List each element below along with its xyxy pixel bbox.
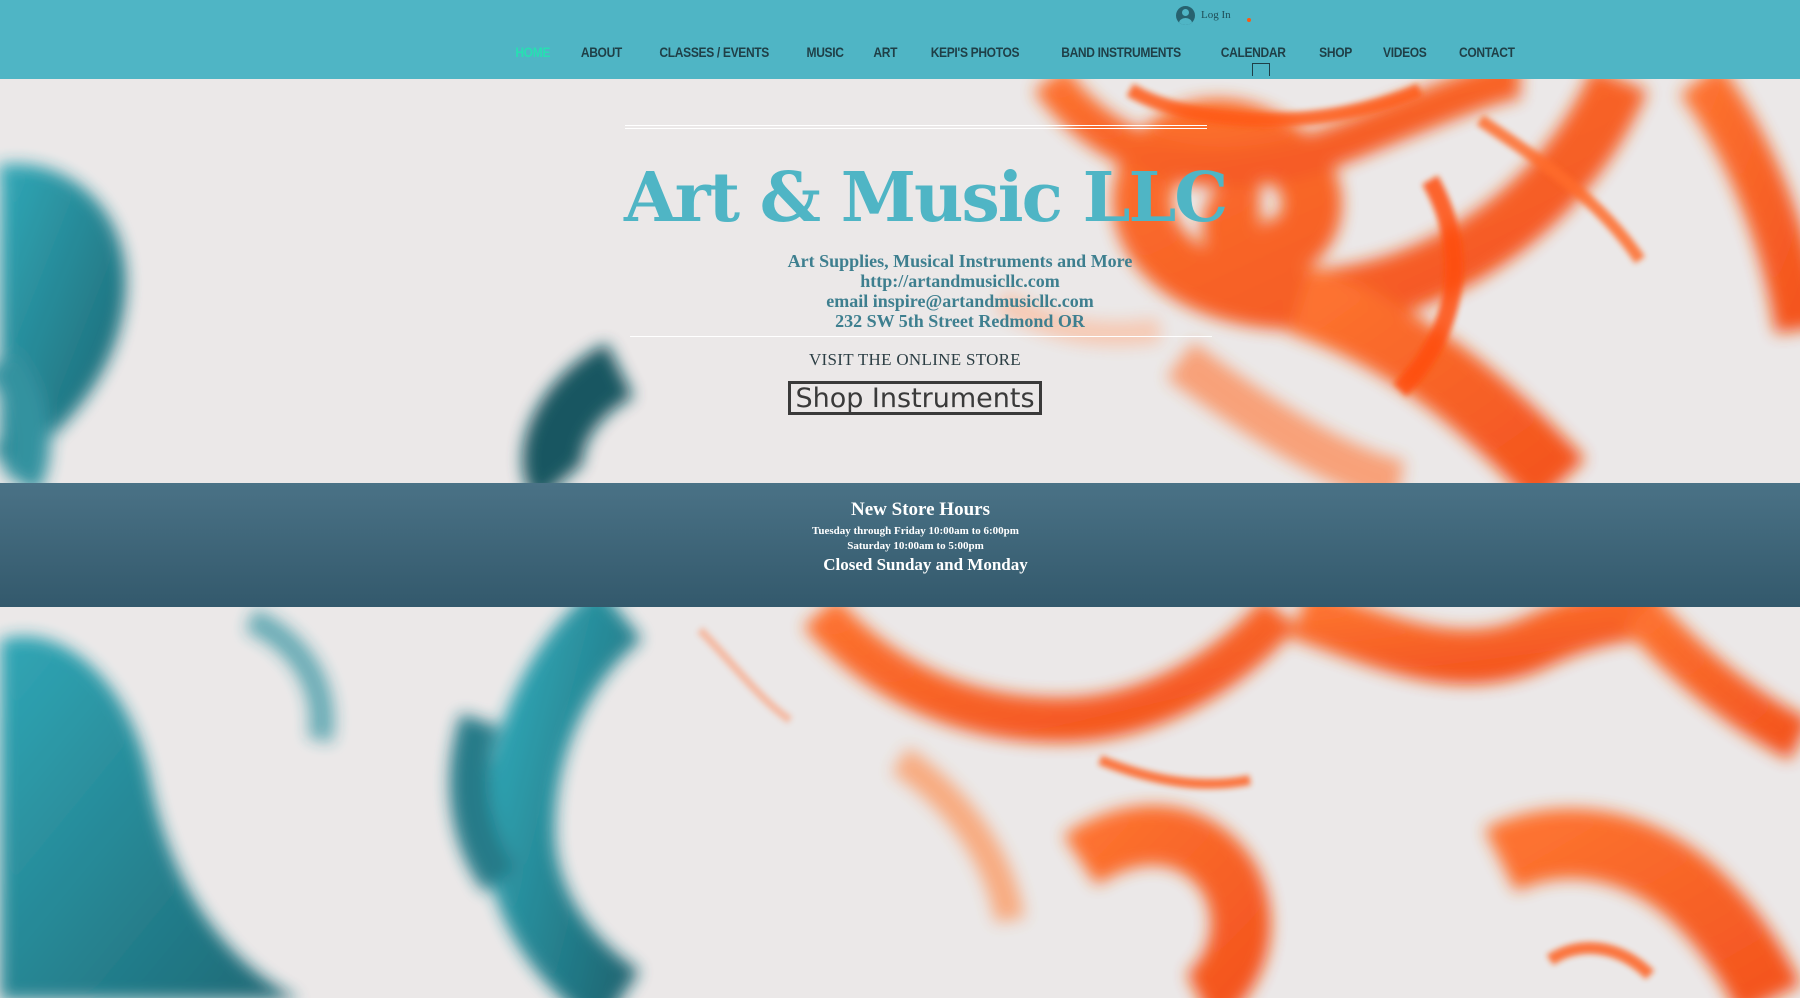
site-header: Log In HOME ABOUT CLASSES / EVENTS MUSIC… <box>0 0 1800 79</box>
nav-item-kepis-photos[interactable]: KEPI'S PHOTOS <box>920 44 1030 60</box>
nav-item-music[interactable]: MUSIC <box>795 44 854 60</box>
nav-item-contact[interactable]: CONTACT <box>1448 44 1525 60</box>
store-hours-closed: Closed Sunday and Monday <box>823 555 1028 574</box>
divider-top <box>625 125 1207 126</box>
main-nav: HOME ABOUT CLASSES / EVENTS MUSIC ART KE… <box>500 40 1532 64</box>
divider-top-2 <box>625 128 1207 129</box>
shop-instruments-button[interactable]: Shop Instruments <box>788 381 1042 415</box>
cart-dot-icon[interactable] <box>1247 18 1251 22</box>
store-hours-weekday: Tuesday through Friday 10:00am to 6:00pm <box>812 525 1019 537</box>
nav-item-calendar[interactable]: CALENDAR <box>1210 44 1296 60</box>
nav-item-home[interactable]: HOME <box>505 44 561 60</box>
nav-item-videos[interactable]: VIDEOS <box>1372 44 1437 60</box>
store-hours-band: New Store Hours Tuesday through Friday 1… <box>0 483 1800 607</box>
nav-more-marker <box>1252 63 1270 76</box>
store-address: 232 SW 5th Street Redmond OR <box>835 311 1085 331</box>
store-hours-title: New Store Hours <box>851 499 990 520</box>
nav-item-about[interactable]: ABOUT <box>571 44 634 60</box>
login-button[interactable]: Log In <box>1176 4 1231 26</box>
nav-item-classes-events[interactable]: CLASSES / EVENTS <box>649 44 780 60</box>
visit-store-text: VISIT THE ONLINE STORE <box>808 350 1021 369</box>
store-hours-saturday: Saturday 10:00am to 5:00pm <box>847 540 984 552</box>
nav-item-shop[interactable]: SHOP <box>1308 44 1362 60</box>
user-avatar-icon <box>1176 5 1195 25</box>
store-tagline: Art Supplies, Musical Instruments and Mo… <box>787 251 1133 271</box>
store-email[interactable]: email inspire@artandmusicllc.com <box>690 291 1230 311</box>
login-label: Log In <box>1201 9 1231 21</box>
store-website-link[interactable]: http://artandmusicllc.com <box>690 271 1230 291</box>
store-info: Art Supplies, Musical Instruments and Mo… <box>690 251 1230 331</box>
nav-item-art[interactable]: ART <box>862 44 907 60</box>
site-title: Art & Music LLC <box>624 158 1228 238</box>
nav-item-band-instruments[interactable]: BAND INSTRUMENTS <box>1051 44 1192 60</box>
divider-bottom <box>630 336 1212 337</box>
